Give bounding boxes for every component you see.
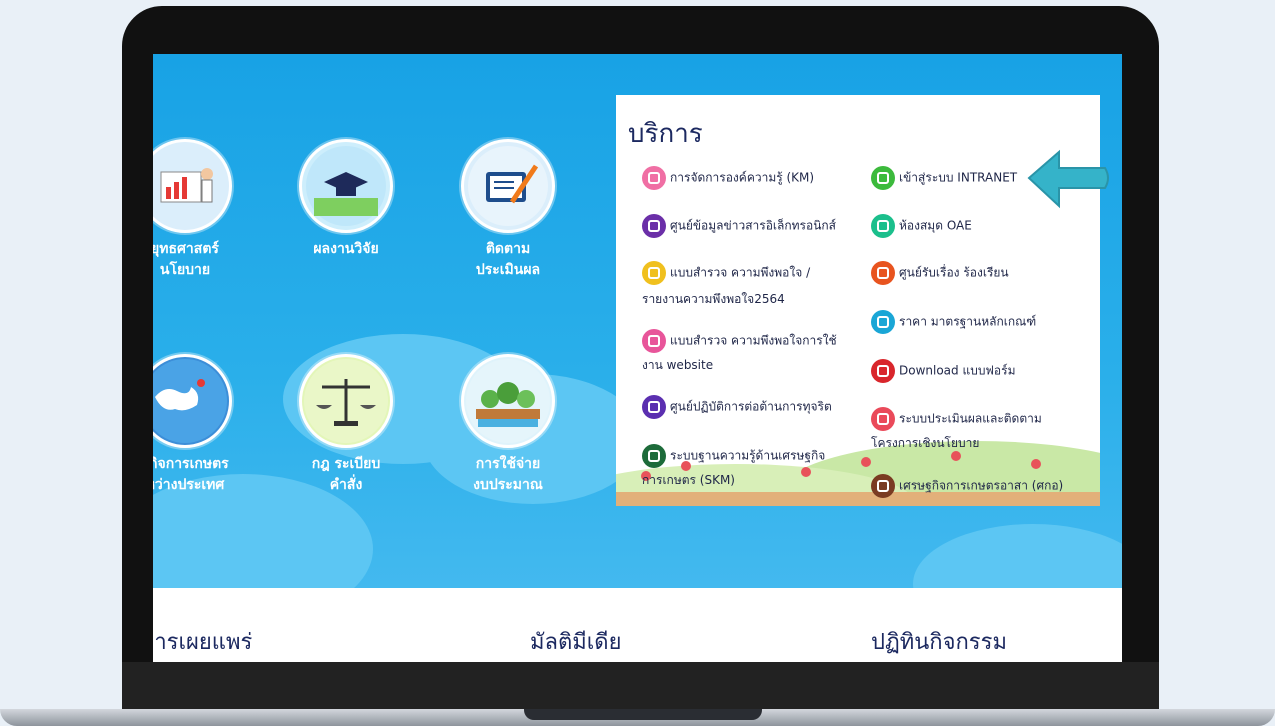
service-website-survey-line2[interactable]: งาน website	[642, 354, 713, 377]
farmer-icon	[871, 474, 895, 498]
service-km[interactable]: การจัดการองค์ความรู้ (KM)	[642, 166, 814, 190]
service-intranet[interactable]: เข้าสู่ระบบ INTRANET	[871, 166, 1017, 190]
menu-monitoring[interactable]: ติดตาม ประเมินผล	[428, 139, 588, 281]
clipboard-icon	[871, 407, 895, 431]
service-skm-line2[interactable]: การเกษตร (SKM)	[642, 469, 735, 492]
multimedia-heading[interactable]: มัลติมีเดีย	[530, 624, 621, 659]
document-pen-icon	[461, 139, 555, 233]
login-icon	[871, 166, 895, 190]
monitor-icon	[642, 214, 666, 238]
arrow-pointer-icon	[1027, 149, 1109, 209]
menu-international-agri[interactable]: ฐกิจการเกษตร หว่างประเทศ	[153, 354, 265, 496]
service-library[interactable]: ห้องสมุด OAE	[871, 214, 972, 238]
menu-label: ฐกิจการเกษตร หว่างประเทศ	[153, 456, 229, 493]
menu-label: ยุทธศาสตร์ นโยบาย	[153, 241, 219, 278]
service-anti-corruption[interactable]: ศูนย์ปฏิบัติการต่อต้านการทุจริต	[642, 395, 832, 419]
service-download-forms[interactable]: Download แบบฟอร์ม	[871, 359, 1016, 383]
service-website-survey[interactable]: แบบสำรวจ ความพึงพอใจการใช้	[642, 329, 837, 353]
balance-icon	[871, 310, 895, 334]
world-map-icon	[153, 354, 232, 448]
laptop-bezel	[122, 662, 1159, 709]
laptop-notch	[524, 709, 762, 720]
book-icon	[871, 214, 895, 238]
budget-plants-icon	[461, 354, 555, 448]
menu-strategy-policy[interactable]: ยุทธศาสตร์ นโยบาย	[153, 139, 265, 281]
graduation-icon	[642, 444, 666, 468]
menu-rules-regulations[interactable]: กฎ ระเบียบ คำสั่ง	[266, 354, 426, 496]
heart-hand-icon	[642, 395, 666, 419]
menu-label: ผลงานวิจัย	[313, 241, 379, 257]
service-volunteer[interactable]: เศรษฐกิจการเกษตรอาสา (ศกอ)	[871, 474, 1063, 498]
lightbulb-icon	[642, 166, 666, 190]
publications-heading[interactable]: การเผยแพร่	[153, 624, 252, 659]
services-title: บริการ	[628, 119, 703, 149]
activity-calendar-heading[interactable]: ปฏิทินกิจกรรม	[871, 624, 1007, 659]
menu-research[interactable]: ผลงานวิจัย	[266, 139, 426, 260]
website-screen: ยุทธศาสตร์ นโยบาย ผลงานวิจัย ติดตาม ประเ…	[153, 54, 1122, 662]
strategy-chart-icon	[153, 139, 232, 233]
service-evaluation[interactable]: ระบบประเมินผลและติดตาม	[871, 407, 1042, 431]
service-satisfaction-survey[interactable]: แบบสำรวจ ความพึงพอใจ /	[642, 261, 810, 285]
menu-label: ติดตาม ประเมินผล	[475, 241, 541, 278]
service-evaluation-line2[interactable]: โครงการเชิงนโยบาย	[871, 432, 979, 455]
menu-label: กฎ ระเบียบ คำสั่ง	[311, 456, 381, 493]
service-skm[interactable]: ระบบฐานความรู้ด้านเศรษฐกิจ	[642, 444, 825, 468]
scales-icon	[299, 354, 393, 448]
service-complaints[interactable]: ศูนย์รับเรื่อง ร้องเรียน	[871, 261, 1009, 285]
support-agent-icon	[871, 261, 895, 285]
download-icon	[871, 359, 895, 383]
menu-budget-spending[interactable]: การใช้จ่าย งบประมาณ	[428, 354, 588, 496]
bar-chart-icon	[642, 261, 666, 285]
menu-label: การใช้จ่าย งบประมาณ	[473, 456, 543, 493]
graduation-cap-icon	[299, 139, 393, 233]
service-satisfaction-survey-line2[interactable]: รายงานความพึงพอใจ2564	[642, 288, 785, 311]
service-e-info-center[interactable]: ศูนย์ข้อมูลข่าวสารอิเล็กทรอนิกส์	[642, 214, 836, 238]
service-price-standards[interactable]: ราคา มาตรฐานหลักเกณฑ์	[871, 310, 1036, 334]
checklist-icon	[642, 329, 666, 353]
